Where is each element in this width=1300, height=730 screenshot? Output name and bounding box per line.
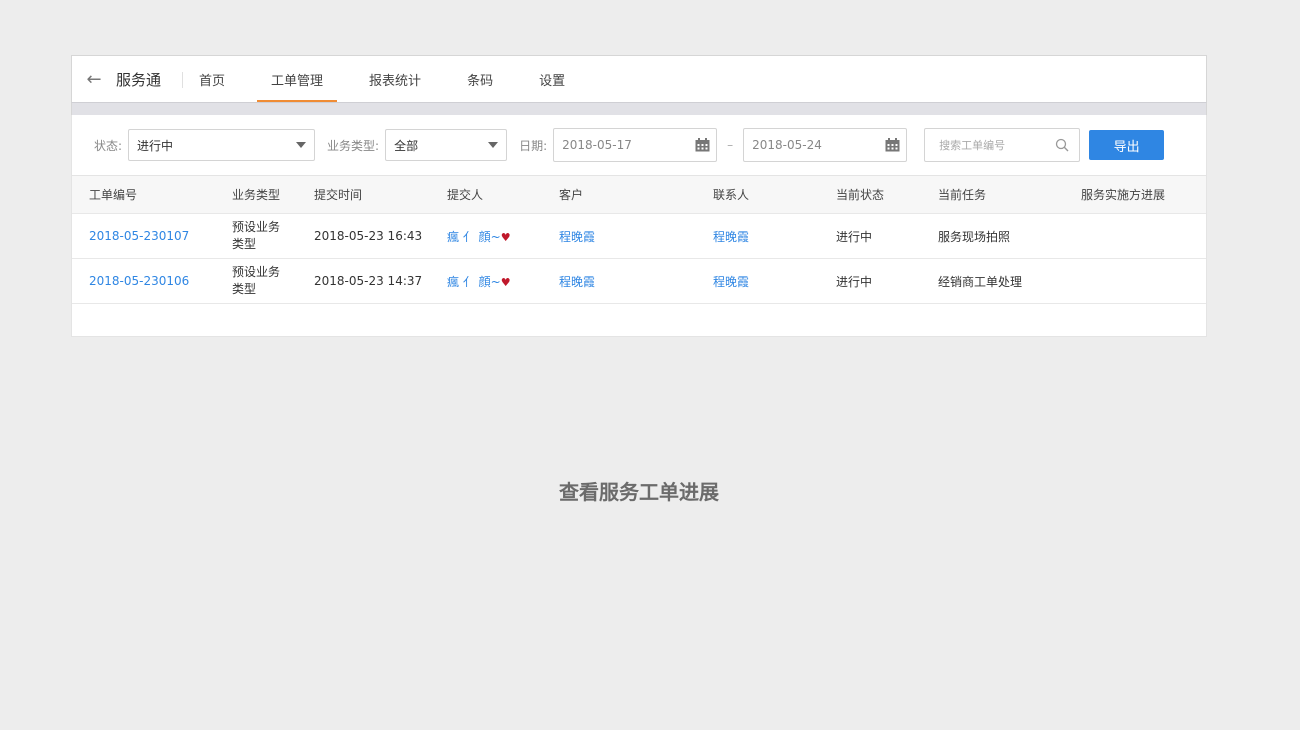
workorder-id-link[interactable]: 2018-05-230107 [89, 229, 189, 243]
page-caption: 查看服务工单进展 [559, 480, 719, 504]
date-from-value: 2018-05-17 [562, 138, 632, 152]
col-header-id: 工单编号 [89, 188, 138, 202]
table-row[interactable]: 2018-05-230107 预设业务 类型 2018-05-23 16:43 … [72, 214, 1206, 259]
business-type-line: 预设业务 [232, 265, 281, 279]
status-label: 状态: [94, 138, 123, 153]
table-row[interactable]: 2018-05-230106 预设业务 类型 2018-05-23 14:37 … [72, 259, 1206, 304]
col-header-progress: 服务实施方进展 [1081, 188, 1166, 202]
col-header-task: 当前任务 [938, 188, 987, 202]
workorder-table: 工单编号 业务类型 提交时间 提交人 客户 联系人 当前状态 当前任务 服务实施… [71, 175, 1207, 337]
search-placeholder: 搜索工单编号 [939, 139, 1006, 152]
chevron-down-icon [296, 142, 307, 148]
calendar-icon [695, 138, 710, 152]
contact-link[interactable]: 程晚霞 [713, 230, 749, 244]
tab-reports[interactable]: 报表统计 [355, 56, 435, 102]
app-window: ← 服务通 首页 工单管理 报表统计 条码 设置 状态: 进行中 业务类型: 全… [71, 55, 1207, 337]
date-from-input[interactable]: 2018-05-17 [553, 128, 718, 162]
customer-link[interactable]: 程晚霞 [559, 230, 595, 244]
type-select[interactable]: 全部 [385, 129, 508, 161]
col-header-submitter: 提交人 [447, 188, 484, 202]
contact-link[interactable]: 程晚霞 [713, 275, 749, 289]
status-select[interactable]: 进行中 [128, 129, 316, 161]
current-status: 进行中 [836, 274, 873, 289]
col-header-customer: 客户 [559, 188, 584, 202]
date-label: 日期: [519, 138, 548, 153]
submit-time: 2018-05-23 14:37 [314, 274, 423, 288]
submit-time: 2018-05-23 16:43 [314, 229, 423, 243]
col-header-type: 业务类型 [232, 188, 281, 202]
nav-divider [71, 102, 1207, 115]
export-button[interactable]: 导出 [1089, 130, 1165, 160]
lips-emoji-icon: ♥ [500, 230, 511, 244]
business-type-line: 类型 [232, 237, 257, 251]
current-task: 服务现场拍照 [938, 229, 1011, 244]
current-task: 经销商工单处理 [938, 274, 1023, 289]
date-separator: – [727, 138, 734, 152]
search-icon[interactable] [1055, 138, 1069, 152]
submitter-link[interactable]: 瘋 亻 顔~ [447, 230, 501, 244]
status-select-value: 进行中 [137, 138, 174, 153]
filter-bar: 状态: 进行中 业务类型: 全部 日期: 2018-05-17 – 2018-0… [71, 115, 1207, 175]
current-status: 进行中 [836, 229, 873, 244]
top-nav: ← 服务通 首页 工单管理 报表统计 条码 设置 [71, 55, 1207, 102]
col-header-time: 提交时间 [314, 188, 363, 202]
chevron-down-icon [488, 142, 499, 148]
date-to-value: 2018-05-24 [752, 138, 822, 152]
col-header-contact: 联系人 [713, 188, 750, 202]
table-empty-area [72, 304, 1206, 336]
business-type-line: 预设业务 [232, 220, 281, 234]
type-select-value: 全部 [394, 138, 419, 153]
search-input[interactable]: 搜索工单编号 [924, 128, 1081, 162]
arrow-left-icon: ← [86, 68, 102, 90]
app-brand: 服务通 [116, 56, 185, 102]
tab-settings[interactable]: 设置 [525, 56, 579, 102]
tab-barcode[interactable]: 条码 [453, 56, 507, 102]
lips-emoji-icon: ♥ [500, 275, 511, 289]
back-button[interactable]: ← [72, 56, 116, 102]
date-to-input[interactable]: 2018-05-24 [743, 128, 908, 162]
tab-home[interactable]: 首页 [185, 56, 239, 102]
business-type: 预设业务 类型 [232, 264, 294, 298]
calendar-icon [885, 138, 900, 152]
business-type: 预设业务 类型 [232, 219, 294, 253]
workorder-id-link[interactable]: 2018-05-230106 [89, 274, 189, 288]
table-header: 工单编号 业务类型 提交时间 提交人 客户 联系人 当前状态 当前任务 服务实施… [72, 176, 1206, 214]
customer-link[interactable]: 程晚霞 [559, 275, 595, 289]
business-type-line: 类型 [232, 282, 257, 296]
submitter-link[interactable]: 瘋 亻 顔~ [447, 275, 501, 289]
col-header-status: 当前状态 [836, 188, 885, 202]
type-label: 业务类型: [327, 138, 380, 153]
tab-workorder-management[interactable]: 工单管理 [257, 56, 338, 102]
